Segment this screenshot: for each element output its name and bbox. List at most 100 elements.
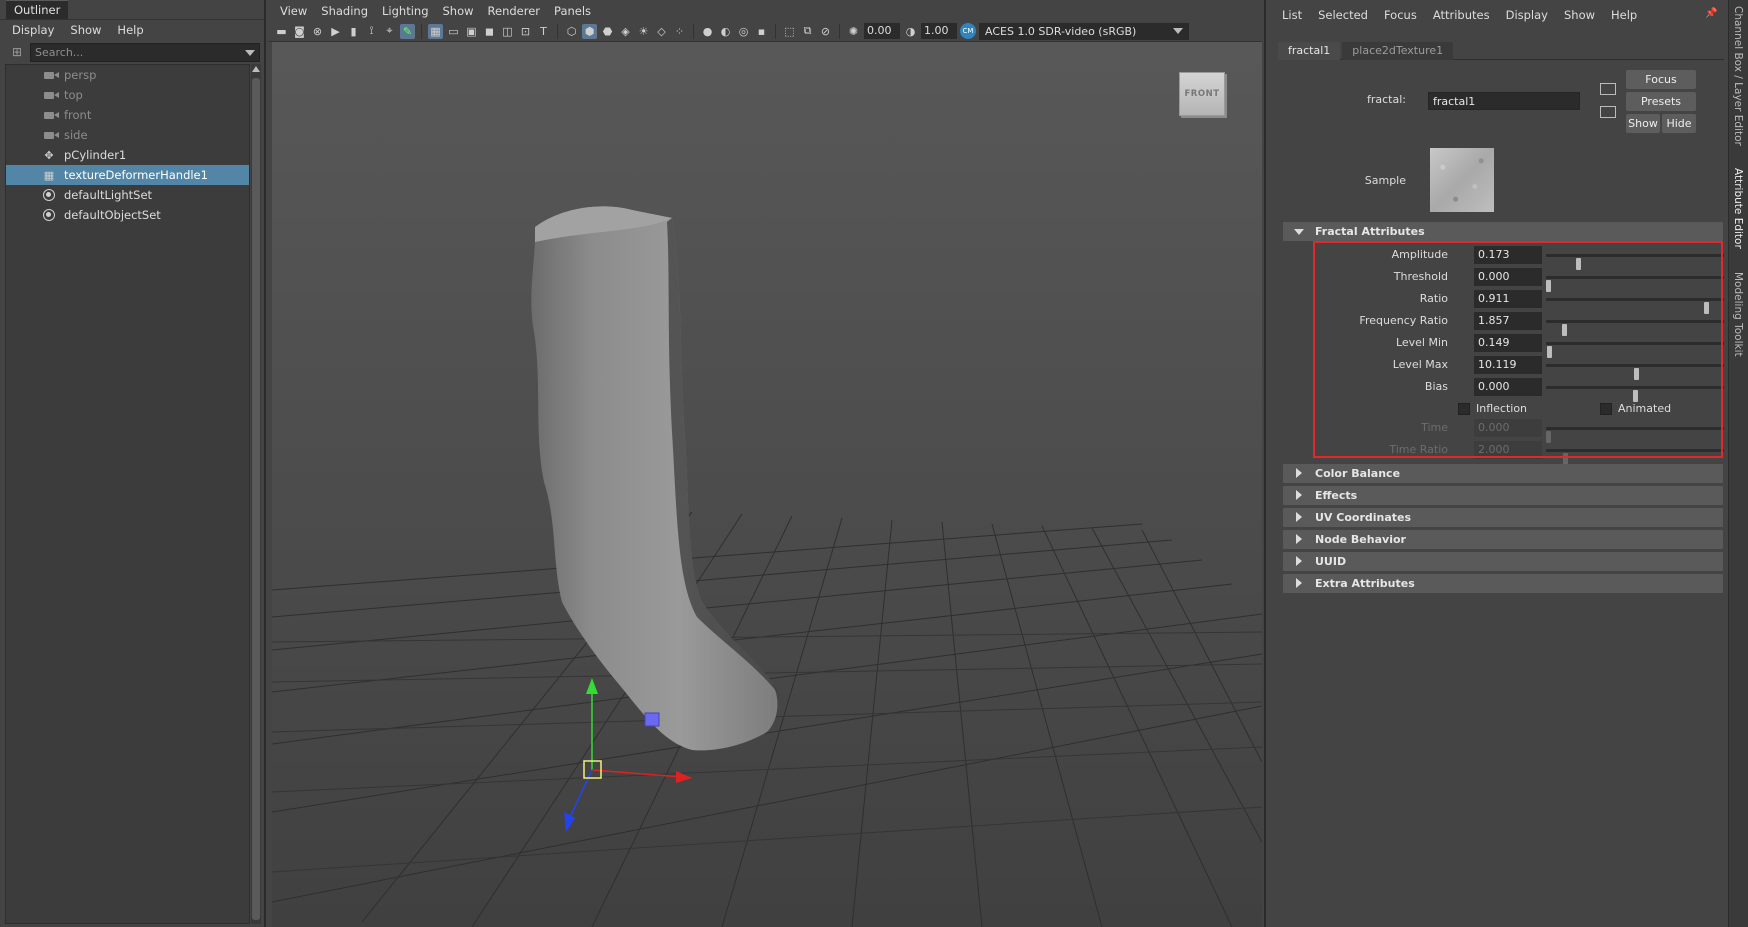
ae-menu-list[interactable]: List xyxy=(1282,8,1302,22)
camera-bookmark-icon[interactable]: ▶ xyxy=(328,24,343,39)
smooth-shade-icon[interactable]: ⬢ xyxy=(582,23,597,39)
grid-icon[interactable]: ▦ xyxy=(428,23,443,39)
depth-of-field-icon[interactable]: ◎ xyxy=(736,24,751,39)
pin-icon[interactable]: 📌 xyxy=(1705,8,1717,20)
viewport-menu-shading[interactable]: Shading xyxy=(321,4,368,18)
exposure-icon[interactable]: ✺ xyxy=(846,24,861,39)
outliner-menu-help[interactable]: Help xyxy=(117,23,143,37)
isolate-select-icon[interactable]: ▪ xyxy=(754,24,769,39)
attr-value-field[interactable]: 10.119 xyxy=(1474,356,1542,374)
wireframe-on-shaded-icon[interactable]: ⬣ xyxy=(600,24,615,39)
outliner-item-side[interactable]: side xyxy=(6,125,249,145)
attr-slider[interactable] xyxy=(1546,254,1724,270)
2d-pan-zoom-icon[interactable]: ⌖ xyxy=(382,24,397,39)
image-plane-icon[interactable]: ⟟ xyxy=(364,24,379,39)
hide-button[interactable]: Hide xyxy=(1662,114,1696,133)
lock-camera-icon[interactable]: ⊗ xyxy=(310,24,325,39)
color-space-select[interactable]: ACES 1.0 SDR-video (sRGB) xyxy=(979,22,1189,40)
output-connection-icon[interactable] xyxy=(1600,106,1616,118)
safe-action-icon[interactable]: ⊡ xyxy=(518,24,533,39)
viewport-menu-panels[interactable]: Panels xyxy=(554,4,591,18)
xray-joints-icon[interactable]: ⊘ xyxy=(818,24,833,39)
section-effects[interactable]: Effects xyxy=(1283,486,1723,505)
tab-place2dtexture1[interactable]: place2dTexture1 xyxy=(1342,42,1454,60)
viewport-menu-lighting[interactable]: Lighting xyxy=(382,4,428,18)
resolution-gate-icon[interactable]: ▣ xyxy=(464,24,479,39)
attr-slider[interactable] xyxy=(1546,320,1724,336)
outliner-item-front[interactable]: front xyxy=(6,105,249,125)
section-uv-coordinates[interactable]: UV Coordinates xyxy=(1283,508,1723,527)
textured-icon[interactable]: ◈ xyxy=(618,24,633,39)
section-color-balance[interactable]: Color Balance xyxy=(1283,464,1723,483)
filter-icon[interactable]: ⊞ xyxy=(8,43,26,61)
outliner-item-defaultobjectset[interactable]: defaultObjectSet xyxy=(6,205,249,225)
attr-value-field[interactable]: 0.911 xyxy=(1474,290,1542,308)
gate-mask-icon[interactable]: ◼ xyxy=(482,24,497,39)
exposure-field[interactable]: 0.00 xyxy=(864,23,900,39)
node-name-field[interactable]: fractal1 xyxy=(1428,92,1580,110)
attr-slider[interactable] xyxy=(1546,386,1724,402)
outliner-item-defaultlightset[interactable]: defaultLightSet xyxy=(6,185,249,205)
ae-menu-selected[interactable]: Selected xyxy=(1318,8,1368,22)
wireframe-icon[interactable]: ⬡ xyxy=(564,24,579,39)
attr-slider[interactable] xyxy=(1546,276,1724,292)
bookmark-icon[interactable]: ▮ xyxy=(346,24,361,39)
tab-channel-box-layer-editor[interactable]: Channel Box / Layer Editor xyxy=(1732,6,1744,146)
film-gate-icon[interactable]: ▭ xyxy=(446,24,461,39)
viewport-menu-renderer[interactable]: Renderer xyxy=(488,4,541,18)
attr-slider[interactable] xyxy=(1546,298,1724,314)
attr-value-field[interactable]: 0.000 xyxy=(1474,378,1542,396)
animated-checkbox[interactable] xyxy=(1600,403,1612,415)
attr-value-field[interactable]: 0.149 xyxy=(1474,334,1542,352)
field-chart-icon[interactable]: ◫ xyxy=(500,24,515,39)
viewport-menu-show[interactable]: Show xyxy=(443,4,474,18)
tab-fractal1[interactable]: fractal1 xyxy=(1278,42,1341,60)
gamma-icon[interactable]: ◑ xyxy=(903,24,918,39)
grease-pencil-icon[interactable]: ✎ xyxy=(400,23,415,39)
viewcube[interactable]: FRONT xyxy=(1179,72,1225,116)
outliner-item-top[interactable]: top xyxy=(6,85,249,105)
scroll-up-icon[interactable] xyxy=(252,66,260,72)
chevron-down-icon[interactable] xyxy=(1173,27,1183,34)
use-all-lights-icon[interactable]: ☀ xyxy=(636,24,651,39)
xray-active-icon[interactable]: ⧉ xyxy=(800,24,815,39)
inflection-checkbox[interactable] xyxy=(1458,403,1470,415)
chevron-down-icon[interactable] xyxy=(245,49,255,56)
shadows-icon[interactable]: ◇ xyxy=(654,24,669,39)
tab-modeling-toolkit[interactable]: Modeling Toolkit xyxy=(1732,272,1744,357)
show-button[interactable]: Show xyxy=(1626,114,1660,133)
input-connection-icon[interactable] xyxy=(1600,83,1616,95)
select-camera-icon[interactable]: ▬ xyxy=(274,24,289,39)
ae-menu-help[interactable]: Help xyxy=(1611,8,1637,22)
ae-menu-show[interactable]: Show xyxy=(1564,8,1595,22)
tab-attribute-editor[interactable]: Attribute Editor xyxy=(1732,168,1744,249)
focus-button[interactable]: Focus xyxy=(1626,70,1696,89)
outliner-title-tab[interactable]: Outliner xyxy=(6,0,69,19)
screen-space-ao-icon[interactable]: ⁘ xyxy=(672,24,687,39)
section-fractal-attributes[interactable]: Fractal Attributes xyxy=(1283,222,1723,241)
ae-menu-display[interactable]: Display xyxy=(1506,8,1548,22)
attr-slider[interactable] xyxy=(1546,342,1724,358)
viewport-scene[interactable]: FRONT xyxy=(272,42,1262,927)
presets-button[interactable]: Presets xyxy=(1626,92,1696,111)
outliner-menu-show[interactable]: Show xyxy=(70,23,101,37)
section-uuid[interactable]: UUID xyxy=(1283,552,1723,571)
gamma-field[interactable]: 1.00 xyxy=(921,23,957,39)
outliner-item-pcylinder1[interactable]: ✥ pCylinder1 xyxy=(6,145,249,165)
motion-blur-icon[interactable]: ● xyxy=(700,24,715,39)
section-extra-attributes[interactable]: Extra Attributes xyxy=(1283,574,1723,593)
outliner-item-texturedeformerhandle1[interactable]: ▦ textureDeformerHandle1 xyxy=(6,165,249,185)
outliner-menu-display[interactable]: Display xyxy=(12,23,54,37)
attr-value-field[interactable]: 1.857 xyxy=(1474,312,1542,330)
section-node-behavior[interactable]: Node Behavior xyxy=(1283,530,1723,549)
color-management-icon[interactable]: CM xyxy=(960,23,976,39)
camera-attributes-icon[interactable]: ◙ xyxy=(292,24,307,39)
scrollbar-thumb[interactable] xyxy=(252,78,260,920)
safe-title-icon[interactable]: T xyxy=(536,24,551,39)
xray-icon[interactable]: ⬚ xyxy=(782,24,797,39)
ae-menu-focus[interactable]: Focus xyxy=(1384,8,1417,22)
outliner-scrollbar[interactable] xyxy=(251,64,261,924)
outliner-search-input[interactable]: Search... xyxy=(30,42,260,62)
attr-slider[interactable] xyxy=(1546,364,1724,380)
outliner-item-persp[interactable]: persp xyxy=(6,65,249,85)
